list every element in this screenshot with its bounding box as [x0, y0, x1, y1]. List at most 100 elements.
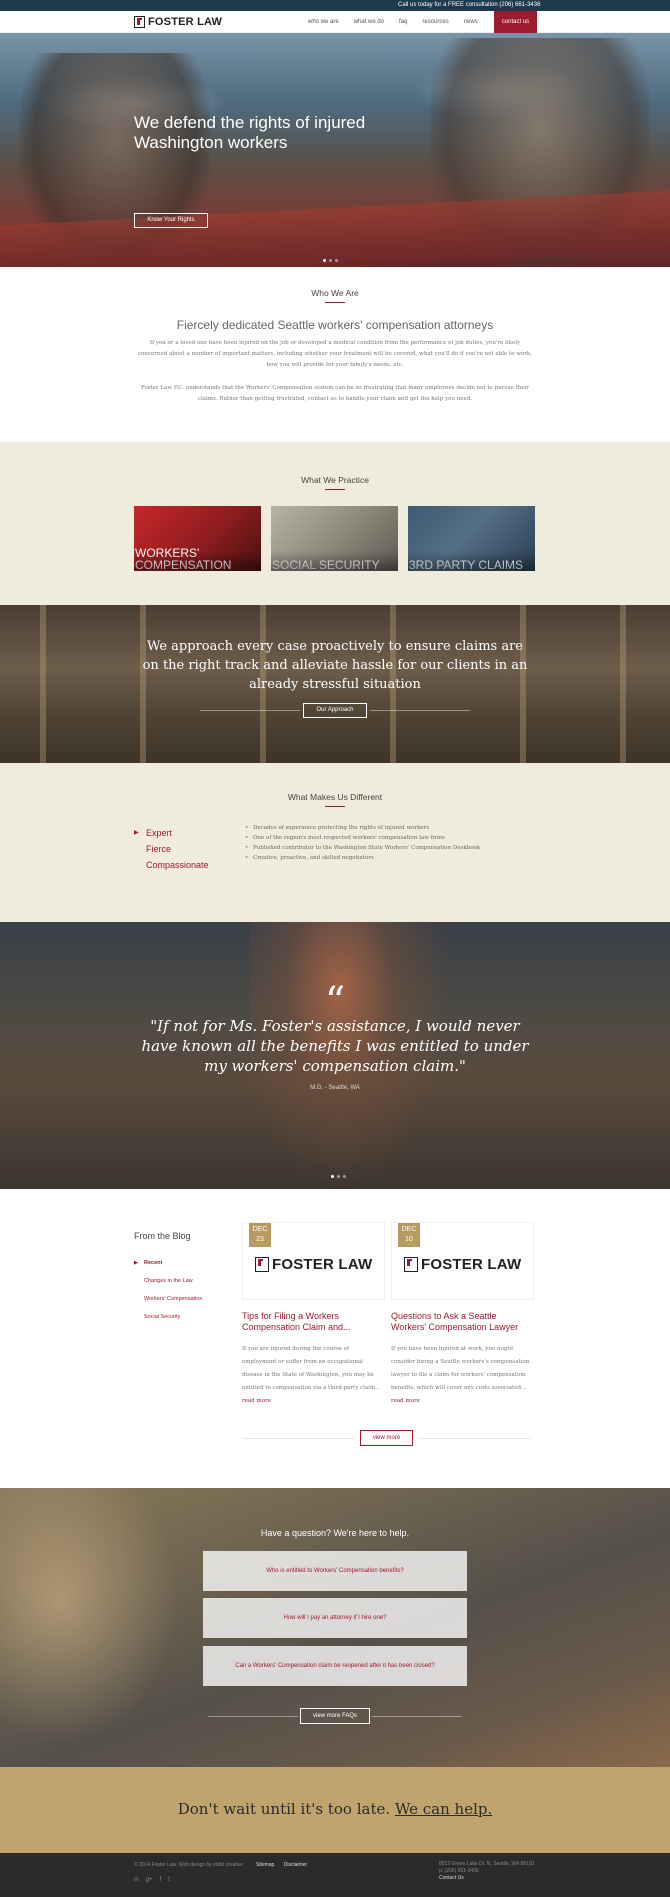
testimonial-slider-dots — [331, 1175, 346, 1178]
site-footer: © 2014 Foster Law. Web design by ebbb cr… — [0, 1853, 670, 1897]
post-title[interactable]: Questions to Ask a Seattle Workers' Comp… — [391, 1311, 534, 1333]
approach-statement: We approach every case proactively to en… — [142, 639, 528, 692]
section-title: Who We Are — [311, 288, 359, 298]
bullet-item: Decades of experience protecting the rig… — [245, 823, 480, 833]
post-logo: FOSTER LAW — [255, 1256, 372, 1273]
bullet-item: Published contributor to the Washington … — [245, 843, 480, 853]
footer-contact-link[interactable]: Contact Us — [439, 1875, 534, 1882]
quality-item-fierce[interactable]: Fierce — [134, 841, 209, 857]
cta-statement: Don't wait until it's too late. — [177, 1800, 391, 1818]
different-section: What Makes Us Different Expert Fierce Co… — [0, 763, 670, 922]
nav-contact-button[interactable]: contact us — [494, 11, 537, 33]
post-logo: FOSTER LAW — [404, 1256, 521, 1273]
qualities-list: Expert Fierce Compassionate — [134, 825, 209, 873]
view-more-faqs-button[interactable]: view more FAQs — [300, 1708, 370, 1724]
faq-section: Have a question? We're here to help. Who… — [0, 1488, 670, 1767]
nav-faq[interactable]: faq — [399, 19, 407, 25]
social-links: in g+ f t — [134, 1877, 170, 1883]
nav-who-we-are[interactable]: who we are — [308, 19, 339, 25]
logo-text: FOSTER LAW — [272, 1256, 373, 1273]
post-month: DEC — [252, 1226, 268, 1233]
post-thumbnail[interactable]: DEC 10 FOSTER LAW — [391, 1222, 534, 1300]
post-excerpt: If you are injured during the course of … — [242, 1343, 385, 1408]
practice-tile-third-party[interactable]: 3RD PARTY CLAIMS — [408, 506, 535, 571]
category-workers-comp[interactable]: Workers' Compensation — [134, 1290, 202, 1308]
disclaimer-link[interactable]: Disclaimer — [284, 1862, 307, 1868]
testimonial-author: M.G. - Seattle, WA — [310, 1085, 360, 1091]
blog-title: From the Blog — [134, 1231, 191, 1241]
slider-dot[interactable] — [323, 259, 326, 262]
section-divider — [325, 806, 345, 807]
category-recent[interactable]: Recent — [134, 1254, 202, 1272]
cta-link[interactable]: We can help. — [395, 1800, 492, 1818]
footer-links: Sitemap Disclaimer — [256, 1862, 315, 1868]
logo-icon — [134, 16, 145, 28]
background-stud — [620, 605, 626, 763]
cta-text: Don't wait until it's too late. We can h… — [0, 1800, 670, 1818]
facebook-icon[interactable]: f — [160, 1877, 162, 1883]
cta-banner: Don't wait until it's too late. We can h… — [0, 1767, 670, 1853]
logo[interactable]: FOSTER LAW — [134, 16, 222, 28]
background-stud — [40, 605, 46, 763]
blog-post-card[interactable]: DEC 10 FOSTER LAW Questions to Ask a Sea… — [391, 1222, 534, 1408]
our-approach-button[interactable]: Our Approach — [303, 703, 367, 718]
linkedin-icon[interactable]: in — [134, 1877, 139, 1883]
nav-what-we-do[interactable]: what we do — [354, 19, 384, 25]
logo-text: FOSTER LAW — [148, 16, 223, 28]
read-more-link[interactable]: read more — [242, 1398, 271, 1404]
nav-news[interactable]: news — [464, 19, 478, 25]
google-plus-icon[interactable]: g+ — [146, 1877, 153, 1883]
post-month: DEC — [401, 1226, 417, 1233]
category-social-security[interactable]: Social Security — [134, 1308, 202, 1326]
practice-tile-workers-comp[interactable]: WORKERS' COMPENSATION — [134, 506, 261, 571]
faq-title: Have a question? We're here to help. — [260, 1528, 410, 1538]
logo-icon — [255, 1257, 269, 1272]
section-title: What Makes Us Different — [287, 792, 383, 802]
post-day: 23 — [256, 1236, 264, 1243]
divider-line — [242, 1438, 354, 1439]
site-header: FOSTER LAW who we are what we do faq res… — [0, 11, 670, 33]
divider-line — [372, 1716, 462, 1717]
divider-line — [419, 1438, 531, 1439]
faq-item[interactable]: How will I pay an attorney if I hire one… — [203, 1598, 467, 1638]
divider-line — [370, 710, 470, 711]
slider-dot[interactable] — [335, 259, 338, 262]
post-title[interactable]: Tips for Filing a Workers Compensation C… — [242, 1311, 385, 1333]
footer-address: 8012 Green Lake Dr. N, Seattle, WA 98103… — [439, 1861, 534, 1882]
slider-dot[interactable] — [343, 1175, 346, 1178]
quality-item-compassionate[interactable]: Compassionate — [134, 857, 209, 873]
twitter-icon[interactable]: t — [168, 1877, 170, 1883]
nav-resources[interactable]: resources — [422, 19, 448, 25]
hero-title: We defend the rights of injured Washingt… — [134, 113, 366, 152]
post-excerpt-text: If you have been injured at work, you mi… — [391, 1346, 530, 1391]
section-title: What We Practice — [301, 475, 369, 485]
category-changes-in-law[interactable]: Changes in the Law — [134, 1272, 202, 1290]
copyright: © 2014 Foster Law. Web design by ebbb cr… — [134, 1862, 244, 1868]
view-more-button[interactable]: view more — [360, 1430, 413, 1446]
intro-paragraph: Foster Law P.C. understands that the Wor… — [140, 385, 530, 402]
quality-item-expert[interactable]: Expert — [134, 825, 209, 841]
blog-section: From the Blog Recent Changes in the Law … — [0, 1189, 670, 1488]
divider-line — [208, 1716, 298, 1717]
logo-text: FOSTER LAW — [421, 1256, 522, 1273]
slider-dot[interactable] — [331, 1175, 334, 1178]
know-your-rights-button[interactable]: Know Your Rights — [134, 213, 208, 228]
post-date-badge: DEC 23 — [249, 1223, 271, 1247]
slider-dot[interactable] — [337, 1175, 340, 1178]
practice-section: What We Practice WORKERS' COMPENSATION S… — [0, 442, 670, 605]
post-date-badge: DEC 10 — [398, 1223, 420, 1247]
main-nav: who we are what we do faq resources news… — [308, 11, 537, 33]
post-excerpt-text: If you are injured during the course of … — [242, 1346, 381, 1391]
read-more-link[interactable]: read more — [391, 1398, 420, 1404]
slider-dot[interactable] — [329, 259, 332, 262]
faq-item[interactable]: Who is entitled to Workers' Compensation… — [203, 1551, 467, 1591]
blog-post-card[interactable]: DEC 23 FOSTER LAW Tips for Filing a Work… — [242, 1222, 385, 1408]
hero-slider-dots — [323, 259, 338, 262]
sitemap-link[interactable]: Sitemap — [256, 1862, 274, 1868]
post-thumbnail[interactable]: DEC 23 FOSTER LAW — [242, 1222, 385, 1300]
section-divider — [325, 489, 345, 490]
faq-item[interactable]: Can a Workers' Compensation claim be reo… — [203, 1646, 467, 1686]
post-day: 10 — [405, 1236, 413, 1243]
approach-section: We approach every case proactively to en… — [0, 605, 670, 763]
practice-tile-social-security[interactable]: SOCIAL SECURITY — [271, 506, 398, 571]
